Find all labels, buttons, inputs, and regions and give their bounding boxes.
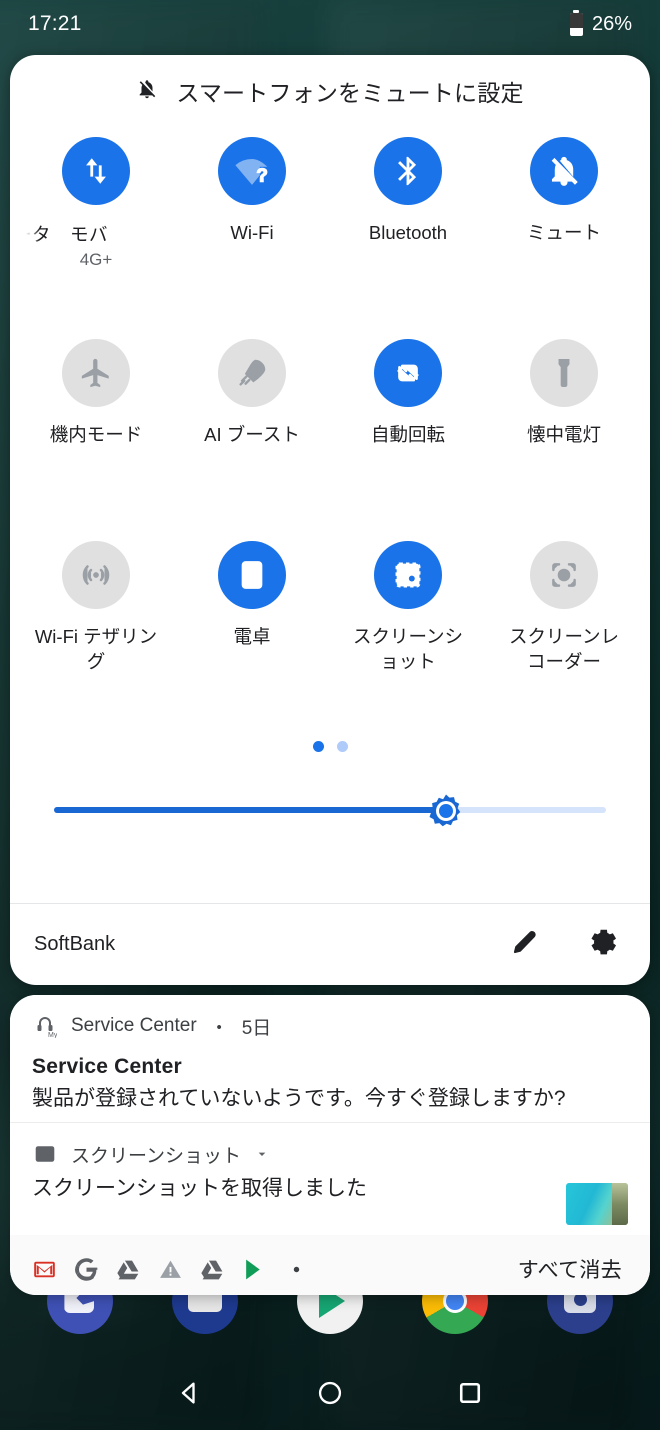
notification-title: Service Center (32, 1055, 182, 1078)
tile-auto-rotate-label: 自動回転 (370, 424, 445, 445)
gear-icon[interactable] (588, 927, 618, 962)
bell-off-icon (530, 137, 598, 205)
tile-ai-boost-label: AI ブースト (204, 424, 300, 445)
bluetooth-icon (374, 137, 442, 205)
tile-wifi-label: Wi-Fi (230, 222, 274, 243)
tile-mute-label: ミュート (526, 222, 601, 243)
more-dot-icon[interactable] (284, 1257, 309, 1282)
tile-screen-recorder-label: スクリーンレコーダー (508, 626, 620, 672)
mobile-data-icon (62, 137, 130, 205)
carrier-label: SoftBank (34, 933, 116, 955)
back-triangle-icon[interactable] (176, 1379, 204, 1412)
warning-icon[interactable] (158, 1257, 183, 1282)
svg-text:My: My (48, 1032, 57, 1038)
quick-settings-panel: スマートフォンをミュートに設定 ータ モバ 4G+ ? (10, 55, 650, 985)
screenshot-icon (374, 541, 442, 609)
tile-mobile-data-label: ータ モバ (26, 221, 166, 247)
drive-icon[interactable] (200, 1257, 225, 1282)
notification-shade: My Service Center ・ 5日 Service Center 製品… (10, 995, 650, 1295)
calculator-icon (218, 541, 286, 609)
tile-wifi-hotspot[interactable]: Wi-Fi テザリング (18, 527, 174, 727)
bell-off-icon (136, 78, 158, 105)
svg-text:?: ? (257, 164, 268, 185)
tile-ai-boost[interactable]: AI ブースト (174, 325, 330, 525)
tile-screenshot-label: スクリーンショット (352, 626, 464, 672)
notification-footer: すべて消去 (10, 1243, 650, 1295)
quick-settings-header: スマートフォンをミュートに設定 (10, 55, 650, 117)
quick-settings-footer: SoftBank (10, 903, 650, 985)
tile-flashlight[interactable]: 懐中電灯 (486, 325, 642, 525)
notification-separator: ・ (209, 1017, 229, 1039)
service-center-icon: My (32, 1013, 58, 1039)
notification-thumbnail[interactable] (566, 1183, 628, 1226)
battery-percent-label: 26% (591, 12, 632, 35)
brightness-sun-icon[interactable] (428, 793, 464, 829)
notification-time: 5日 (241, 1017, 272, 1039)
home-circle-icon[interactable] (316, 1379, 344, 1412)
chevron-down-icon[interactable] (254, 1146, 270, 1162)
pager-dot-2[interactable] (336, 740, 348, 752)
tile-wifi-hotspot-label: Wi-Fi テザリング (34, 626, 158, 672)
wifi-question-icon: ? (218, 137, 286, 205)
recents-square-icon[interactable] (456, 1379, 484, 1412)
battery-icon (569, 9, 583, 36)
tile-mute[interactable]: ミュート (486, 123, 642, 323)
notification-body: スクリーンショットを取得しました (32, 1177, 367, 1201)
tile-screenshot[interactable]: スクリーンショット (330, 527, 486, 727)
tile-auto-rotate[interactable]: 自動回転 (330, 325, 486, 525)
pager-dot-1[interactable] (312, 740, 324, 752)
clear-all-button[interactable]: すべて消去 (518, 1254, 628, 1284)
screen-record-icon (530, 541, 598, 609)
rocket-icon (218, 339, 286, 407)
auto-rotate-icon (374, 339, 442, 407)
tile-wifi[interactable]: ? Wi-Fi (174, 123, 330, 323)
tile-airplane-mode[interactable]: 機内モード (18, 325, 174, 525)
notification-app-name: スクリーンショット (71, 1145, 242, 1167)
ongoing-app-icons (32, 1257, 309, 1282)
google-icon[interactable] (74, 1257, 99, 1282)
tile-mobile-data[interactable]: ータ モバ 4G+ (18, 123, 174, 323)
tile-screen-recorder[interactable]: スクリーンレコーダー (486, 527, 642, 727)
drive-icon[interactable] (116, 1257, 141, 1282)
pencil-icon[interactable] (510, 927, 540, 962)
notification-screenshot[interactable]: スクリーンショット スクリーンショットを取得しました (10, 1122, 650, 1236)
tile-mobile-data-sublabel: 4G+ (79, 250, 113, 269)
tile-bluetooth[interactable]: Bluetooth (330, 123, 486, 323)
quick-settings-header-label: スマートフォンをミュートに設定 (176, 80, 524, 106)
brightness-fill (54, 807, 446, 813)
status-bar-clock: 17:21 (28, 12, 82, 35)
notification-service-center[interactable]: My Service Center ・ 5日 Service Center 製品… (10, 995, 650, 1123)
tile-airplane-mode-label: 機内モード (49, 424, 143, 445)
phone-screen: 17:21 26% スマートフォンをミュートに設定 ー (0, 0, 660, 1430)
flashlight-icon (530, 339, 598, 407)
tile-calculator[interactable]: 電卓 (174, 527, 330, 727)
tile-flashlight-label: 懐中電灯 (526, 424, 601, 445)
image-icon (32, 1141, 58, 1167)
tile-bluetooth-label: Bluetooth (368, 222, 448, 243)
brightness-slider[interactable] (54, 794, 606, 827)
hotspot-icon (62, 541, 130, 609)
navigation-bar (0, 1360, 660, 1430)
tile-calculator-label: 電卓 (233, 626, 271, 647)
quick-settings-pager[interactable] (10, 733, 650, 759)
notification-app-name: Service Center (71, 1015, 197, 1036)
status-bar: 17:21 26% (0, 0, 660, 48)
quick-settings-tiles: ータ モバ 4G+ ? Wi-Fi Bluetooth (10, 117, 650, 727)
play-store-icon[interactable] (242, 1257, 267, 1282)
gmail-icon[interactable] (32, 1257, 57, 1282)
notification-body: 製品が登録されていないようです。今すぐ登録しますか? (32, 1087, 566, 1110)
airplane-icon (62, 339, 130, 407)
